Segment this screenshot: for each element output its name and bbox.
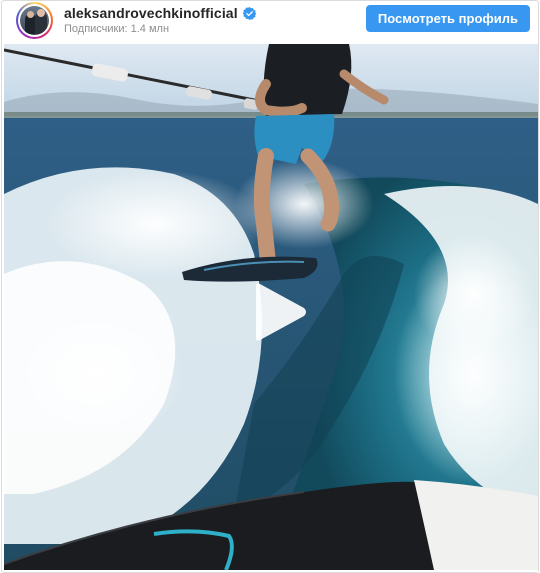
verified-badge-icon [242,6,257,20]
username-row: aleksandrovechkinofficial [64,5,257,21]
avatar[interactable] [16,2,53,39]
avatar-image [20,6,49,35]
boat-deck [414,480,538,570]
followers-count: Подписчики: 1.4 млн [64,23,170,35]
post-header: aleksandrovechkinofficial Подписчики: 1.… [2,1,538,43]
instagram-embed: aleksandrovechkinofficial Подписчики: 1.… [1,0,539,573]
video-media[interactable] [4,44,538,570]
play-icon[interactable] [244,280,308,344]
username-link[interactable]: aleksandrovechkinofficial [64,5,238,21]
view-profile-button[interactable]: Посмотреть профиль [365,5,530,32]
